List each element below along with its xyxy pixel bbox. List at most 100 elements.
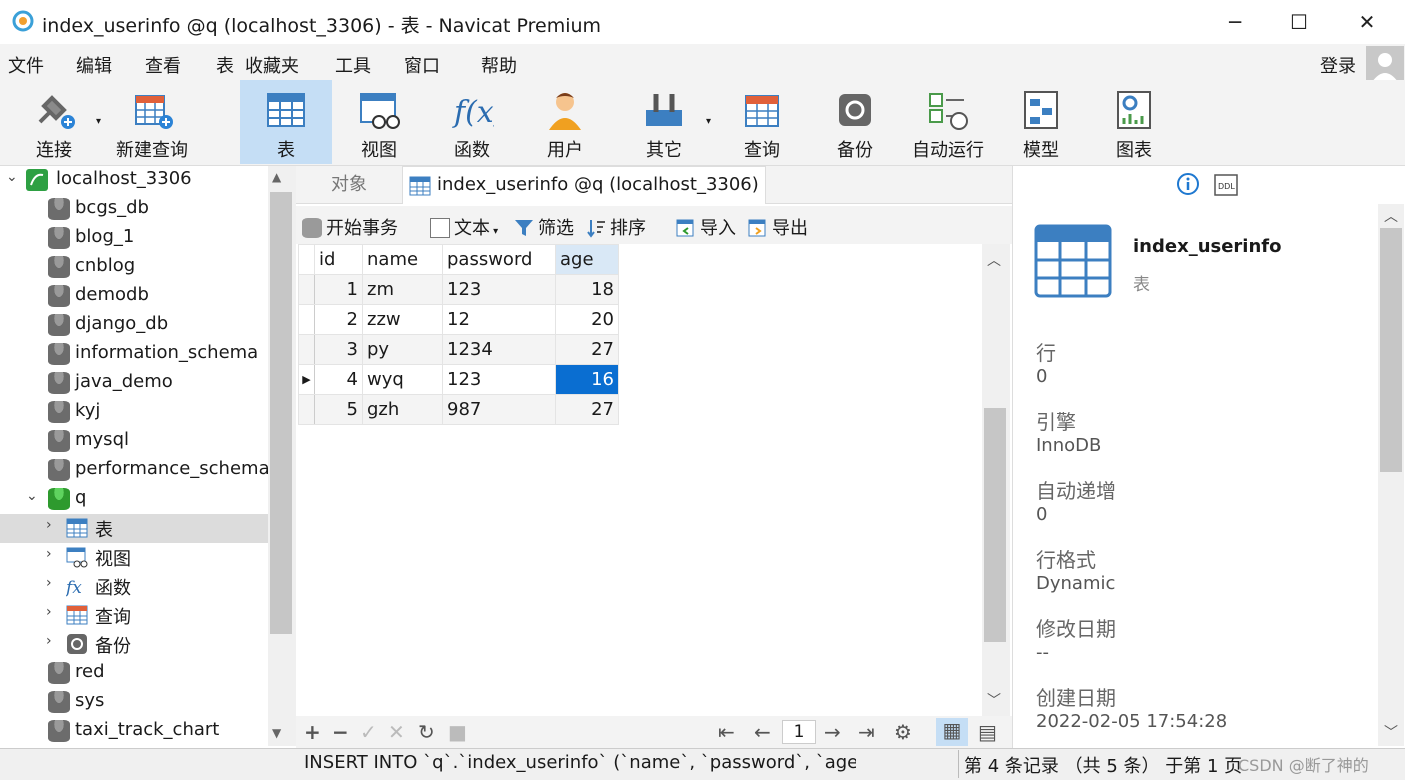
column-header-name[interactable]: name	[362, 244, 443, 275]
tree-queries-node[interactable]: › 查询	[0, 601, 268, 630]
refresh-icon[interactable]: ↻	[418, 720, 435, 744]
previous-page-icon[interactable]: ←	[754, 720, 771, 744]
cell-age-selected[interactable]: 16	[555, 364, 619, 395]
discard-changes-icon[interactable]: ✕	[388, 720, 405, 744]
avatar-icon[interactable]	[1366, 46, 1404, 84]
filter-button[interactable]: 筛选	[514, 214, 574, 240]
chart-button[interactable]: 图表	[1092, 80, 1176, 164]
expand-chevron-icon[interactable]: ›	[46, 575, 52, 591]
cell-name[interactable]: wyq	[362, 364, 443, 395]
row-marker[interactable]	[298, 304, 315, 335]
cell-password[interactable]: 987	[442, 394, 556, 425]
menu-favorites[interactable]: 收藏夹	[245, 52, 299, 78]
cell-password[interactable]: 123	[442, 274, 556, 305]
menu-window[interactable]: 窗口	[404, 52, 440, 78]
cell-age[interactable]: 18	[555, 274, 619, 305]
tree-views-node[interactable]: › 视图	[0, 543, 268, 572]
cell-age[interactable]: 27	[555, 334, 619, 365]
tree-database[interactable]: java_demo	[0, 369, 268, 398]
text-button[interactable]: 文本 ▾	[430, 214, 498, 240]
scroll-up-arrow-icon[interactable]: ▲	[272, 170, 281, 184]
expand-chevron-icon[interactable]: ›	[46, 517, 52, 533]
delete-record-icon[interactable]: −	[332, 720, 349, 744]
scroll-down-arrow-icon[interactable]: ▼	[272, 726, 281, 740]
menu-table[interactable]: 表	[216, 52, 234, 78]
column-header-age[interactable]: age	[555, 244, 619, 275]
scroll-up-chevron-icon[interactable]: ︿	[987, 250, 1001, 270]
tree-database[interactable]: performance_schema	[0, 456, 270, 485]
cell-password[interactable]: 1234	[442, 334, 556, 365]
row-marker[interactable]	[298, 274, 315, 305]
import-button[interactable]: 导入	[676, 214, 736, 240]
scroll-down-chevron-icon[interactable]: ﹀	[987, 690, 1001, 710]
automation-button[interactable]: 自动运行	[904, 80, 992, 164]
backup-button[interactable]: 备份	[810, 80, 900, 164]
menu-file[interactable]: 文件	[8, 52, 44, 78]
tree-database[interactable]: information_schema	[0, 340, 268, 369]
cell-id[interactable]: 4	[314, 364, 363, 395]
cell-age[interactable]: 27	[555, 394, 619, 425]
info-icon[interactable]	[1176, 172, 1200, 196]
tree-database[interactable]: bcgs_db	[0, 195, 268, 224]
tree-database[interactable]: sys	[0, 688, 268, 717]
user-button[interactable]: 用户	[520, 80, 610, 164]
first-page-icon[interactable]: ⇤	[718, 720, 735, 744]
menu-help[interactable]: 帮助	[481, 52, 517, 78]
tree-database[interactable]: red	[0, 659, 268, 688]
export-button[interactable]: 导出	[748, 214, 808, 240]
table-row[interactable]: 3 py 1234 27	[298, 334, 619, 365]
cell-id[interactable]: 2	[314, 304, 363, 335]
tree-database[interactable]: kyj	[0, 398, 268, 427]
table-row[interactable]: 1 zm 123 18	[298, 274, 619, 305]
next-page-icon[interactable]: →	[824, 720, 841, 744]
sort-button[interactable]: 排序	[586, 214, 646, 240]
form-view-icon[interactable]: ▤	[978, 720, 997, 744]
scroll-down-chevron-icon[interactable]: ﹀	[1384, 722, 1398, 742]
row-marker[interactable]	[298, 394, 315, 425]
tree-database[interactable]: cnblog	[0, 253, 268, 282]
cell-name[interactable]: gzh	[362, 394, 443, 425]
login-link[interactable]: 登录	[1320, 52, 1356, 78]
ddl-icon[interactable]: DDL	[1214, 174, 1238, 196]
sidebar-scroll-thumb[interactable]	[270, 192, 292, 634]
column-header-id[interactable]: id	[314, 244, 363, 275]
menu-edit[interactable]: 编辑	[76, 52, 112, 78]
tree-connection[interactable]: ⌄ localhost_3306	[0, 166, 268, 195]
view-button[interactable]: 视图	[334, 80, 424, 164]
cell-id[interactable]: 3	[314, 334, 363, 365]
tab-objects[interactable]: 对象	[300, 166, 398, 204]
cell-name[interactable]: zm	[362, 274, 443, 305]
connect-button[interactable]: 连接	[22, 80, 86, 164]
begin-transaction-button[interactable]: 开始事务	[302, 214, 398, 240]
close-button[interactable]: ✕	[1352, 10, 1382, 34]
connect-dropdown-icon[interactable]: ▾	[96, 116, 101, 127]
table-row-current[interactable]: ▶ 4 wyq 123 16	[298, 364, 619, 395]
table-row[interactable]: 5 gzh 987 27	[298, 394, 619, 425]
tree-database[interactable]: taxi_track_chart	[0, 717, 268, 746]
model-button[interactable]: 模型	[1000, 80, 1082, 164]
cell-name[interactable]: py	[362, 334, 443, 365]
expand-chevron-icon[interactable]: ›	[46, 633, 52, 649]
menu-view[interactable]: 查看	[145, 52, 181, 78]
function-button[interactable]: f(x) 函数	[426, 80, 518, 164]
last-page-icon[interactable]: ⇥	[858, 720, 875, 744]
column-header-password[interactable]: password	[442, 244, 556, 275]
apply-changes-icon[interactable]: ✓	[360, 720, 377, 744]
cell-id[interactable]: 5	[314, 394, 363, 425]
cell-id[interactable]: 1	[314, 274, 363, 305]
maximize-button[interactable]: ☐	[1284, 10, 1314, 34]
other-button[interactable]: 其它	[618, 80, 710, 164]
new-query-button[interactable]: 新建查询	[110, 80, 194, 164]
collapse-chevron-icon[interactable]: ⌄	[6, 169, 18, 185]
tree-database[interactable]: django_db	[0, 311, 268, 340]
tree-database[interactable]: demodb	[0, 282, 268, 311]
page-number-input[interactable]: 1	[782, 720, 816, 744]
add-record-icon[interactable]: +	[304, 720, 321, 744]
menu-tools[interactable]: 工具	[335, 52, 371, 78]
scroll-up-chevron-icon[interactable]: ︿	[1384, 206, 1398, 226]
cell-name[interactable]: zzw	[362, 304, 443, 335]
current-row-arrow-icon[interactable]: ▶	[298, 364, 315, 395]
tab-table-data[interactable]: index_userinfo @q (localhost_3306) ...	[402, 166, 766, 204]
tree-tables-node[interactable]: › 表	[0, 514, 268, 543]
cell-password[interactable]: 12	[442, 304, 556, 335]
